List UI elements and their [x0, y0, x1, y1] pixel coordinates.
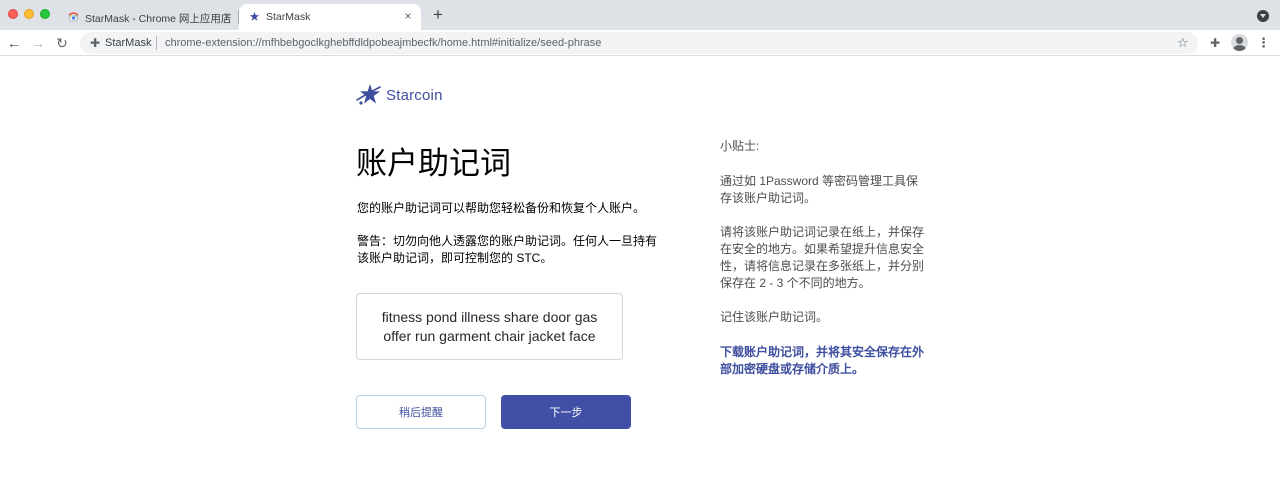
- download-seed-link[interactable]: 下载账户助记词，并将其安全保存在外部加密硬盘或存储介质上。: [720, 344, 925, 378]
- remind-later-button[interactable]: 稍后提醒: [356, 395, 486, 429]
- browser-menu-icon[interactable]: ⋮: [1257, 34, 1270, 52]
- bookmark-star-icon[interactable]: ☆: [1177, 35, 1189, 51]
- tip-item: 记住该账户助记词。: [720, 310, 829, 324]
- close-icon[interactable]: ×: [220, 9, 234, 23]
- address-divider: [156, 36, 157, 50]
- avatar-body: [1233, 45, 1246, 51]
- tab-starmask[interactable]: StarMask ×: [239, 4, 421, 30]
- tab-search-button[interactable]: [1257, 10, 1269, 22]
- seed-phrase-box[interactable]: fitness pond illness share door gas offe…: [356, 293, 623, 360]
- chrome-web-store-icon: [68, 11, 79, 22]
- avatar-head: [1236, 37, 1243, 44]
- tip-item: 通过如 1Password 等密码管理工具保存该账户助记词。: [720, 174, 919, 205]
- seed-phrase-text: fitness pond illness share door gas offe…: [381, 308, 598, 344]
- browser-toolbar: ← → ↻ ✚ StarMask chrome-extension://mfhb…: [0, 30, 1280, 56]
- reload-button[interactable]: ↻: [54, 34, 70, 52]
- tip-item: 请将该账户助记词记录在纸上，并保存在安全的地方。如果希望提升信息安全性，请将信息…: [720, 225, 925, 290]
- url-text[interactable]: chrome-extension://mfhbebgoclkghebffdldp…: [165, 37, 601, 49]
- seed-description: 您的账户助记词可以帮助您轻松备份和恢复个人账户。: [357, 201, 646, 215]
- puzzle-icon: ✚: [89, 36, 101, 50]
- tab-title: StarMask - Chrome 网上应用店: [85, 13, 232, 25]
- profile-avatar[interactable]: [1231, 34, 1248, 51]
- seed-warning: 警告：切勿向他人透露您的账户助记词。任何人一旦持有该账户助记词，即可控制您的 S…: [357, 234, 658, 265]
- new-tab-button[interactable]: +: [430, 6, 446, 23]
- tab-starmask-webstore[interactable]: StarMask - Chrome 网上应用店 ×: [58, 4, 238, 30]
- page-title: 账户助记词: [356, 146, 511, 181]
- address-bar[interactable]: ✚ StarMask chrome-extension://mfhbebgocl…: [80, 32, 1198, 54]
- site-label: StarMask: [105, 37, 152, 49]
- tab-strip: StarMask - Chrome 网上应用店 × StarMask × +: [0, 0, 1280, 30]
- starcoin-icon: [249, 11, 260, 22]
- next-button[interactable]: 下一步: [501, 395, 631, 429]
- tab-title: StarMask: [266, 11, 311, 23]
- close-icon[interactable]: ×: [401, 9, 415, 23]
- extensions-puzzle-icon[interactable]: ✚: [1208, 34, 1222, 52]
- logo-text: Starcoin: [386, 87, 443, 104]
- forward-button[interactable]: →: [30, 34, 46, 52]
- starcoin-logo-icon: [356, 84, 381, 105]
- window-minimize-button[interactable]: [24, 9, 34, 19]
- back-button[interactable]: ←: [6, 34, 22, 52]
- tips-title: 小贴士:: [720, 139, 760, 153]
- window-zoom-button[interactable]: [40, 9, 50, 19]
- window-close-button[interactable]: [8, 9, 18, 19]
